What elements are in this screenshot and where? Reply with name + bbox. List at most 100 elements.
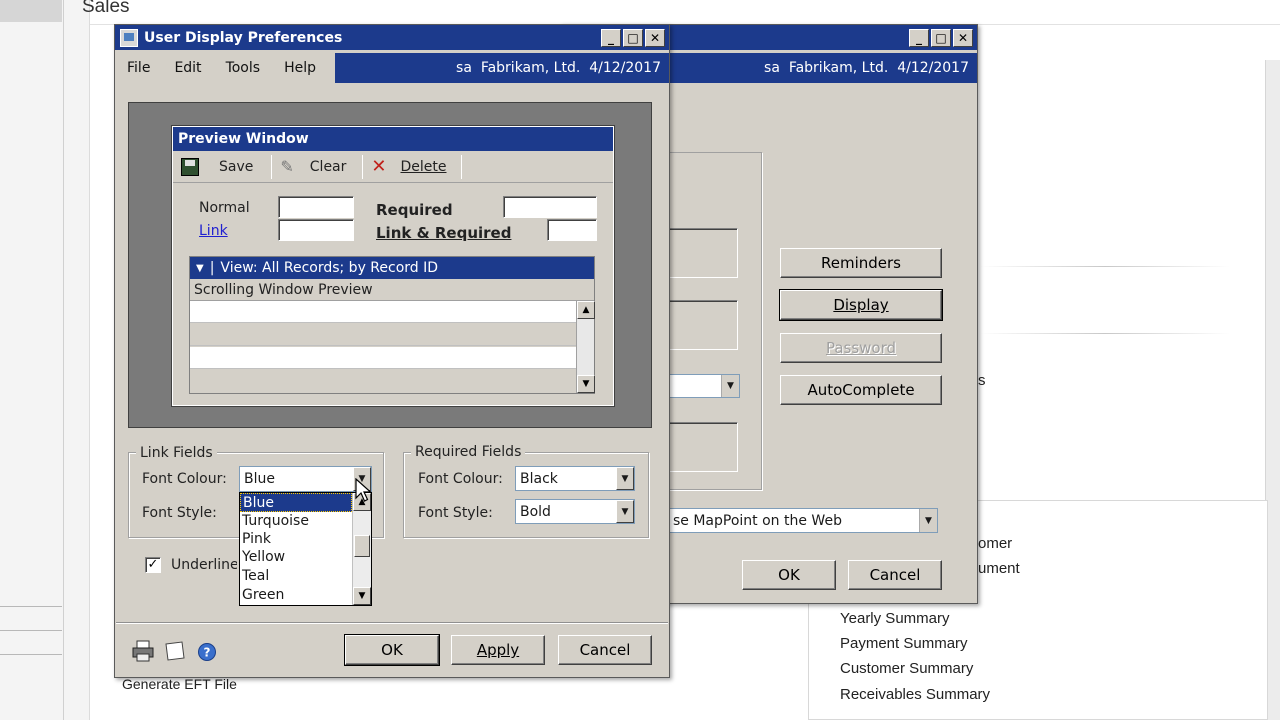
help-icon[interactable]: ? <box>197 642 217 662</box>
scroll-down-icon[interactable]: ▼ <box>353 587 371 605</box>
dropdown-option[interactable]: Green <box>240 586 352 605</box>
back-ok-button[interactable]: OK <box>742 560 836 590</box>
required-fields-group <box>403 452 649 538</box>
menu-help[interactable]: Help <box>272 60 328 76</box>
svg-text:?: ? <box>204 646 211 660</box>
link-font-colour-select[interactable]: Blue ▼ <box>239 466 372 492</box>
report-link[interactable]: Yearly Summary <box>840 610 949 627</box>
dropdown-option[interactable]: Pink <box>240 530 352 548</box>
back-field <box>668 228 738 278</box>
splitter-strip[interactable] <box>64 0 90 720</box>
scroll-row[interactable] <box>190 347 576 369</box>
report-link[interactable]: Customer Summary <box>840 660 973 677</box>
save-icon <box>181 157 199 176</box>
app-icon <box>120 28 138 47</box>
mappoint-combo[interactable]: se MapPoint on the Web ▼ <box>668 508 938 533</box>
dropdown-option[interactable]: Yellow <box>240 548 352 567</box>
preview-titlebar: Preview Window <box>173 127 613 151</box>
link-label[interactable]: Link <box>199 223 228 239</box>
minimize-icon[interactable]: _ <box>909 28 929 47</box>
dialog-titlebar[interactable]: User Display Preferences _ □ ✕ <box>115 25 669 50</box>
divider <box>0 606 62 607</box>
underline-checkbox[interactable]: ✓ <box>145 557 161 573</box>
dropdown-arrow-icon[interactable]: ▼ <box>616 467 634 490</box>
scroll-down-icon[interactable]: ▼ <box>577 375 595 393</box>
close-icon[interactable]: ✕ <box>645 28 665 47</box>
report-link[interactable]: Receivables Summary <box>840 686 990 703</box>
scrolling-window: ▼ | View: All Records; by Record ID Scro… <box>189 256 595 394</box>
report-link[interactable]: omer <box>978 535 1012 552</box>
maximize-icon[interactable]: □ <box>623 28 643 47</box>
delete-button[interactable]: Delete <box>401 159 447 175</box>
required-font-style-label: Font Style: <box>418 505 493 521</box>
required-font-style-select[interactable]: Bold ▼ <box>515 499 635 524</box>
cancel-button[interactable]: Cancel <box>558 635 652 665</box>
menu-bar: File Edit Tools Help <box>115 53 335 83</box>
password-button[interactable]: Password <box>780 333 942 363</box>
view-expand-icon[interactable]: ▼ <box>196 263 204 274</box>
printer-icon[interactable] <box>131 640 155 662</box>
scroll-row[interactable] <box>190 324 576 346</box>
font-colour-dropdown-list: Blue Turquoise Pink Yellow Teal Green ▲ … <box>239 492 372 606</box>
minimize-icon[interactable]: _ <box>601 28 621 47</box>
menu-file[interactable]: File <box>115 60 162 76</box>
dropdown-option[interactable]: Blue <box>240 493 352 512</box>
maximize-icon[interactable]: □ <box>931 28 951 47</box>
generate-eft-link[interactable]: Generate EFT File <box>122 676 237 692</box>
eraser-icon: ✎ <box>280 157 294 176</box>
required-font-colour-label: Font Colour: <box>418 471 503 487</box>
dropdown-arrow-icon[interactable]: ▼ <box>919 509 937 532</box>
view-header[interactable]: ▼ | View: All Records; by Record ID <box>190 257 594 279</box>
clear-button[interactable]: Clear <box>310 159 347 175</box>
required-field[interactable] <box>503 196 597 218</box>
link-font-style-label: Font Style: <box>142 505 217 521</box>
save-button[interactable]: Save <box>219 159 253 175</box>
link-font-colour-label: Font Colour: <box>142 471 227 487</box>
scroll-row[interactable] <box>190 301 576 323</box>
back-combo[interactable]: ▼ <box>668 374 740 398</box>
reminders-button[interactable]: Reminders <box>780 248 942 278</box>
link-required-label[interactable]: Link & Required <box>376 224 511 242</box>
link-field[interactable] <box>278 219 354 241</box>
ok-button[interactable]: OK <box>344 634 440 666</box>
link-required-field[interactable] <box>547 219 597 241</box>
scroll-thumb[interactable] <box>354 535 370 557</box>
required-font-colour-select[interactable]: Black ▼ <box>515 466 635 491</box>
left-nav-pane <box>0 0 64 720</box>
user-company-date: sa Fabrikam, Ltd. 4/12/2017 <box>456 60 661 76</box>
underline-label: Underline L <box>171 557 237 573</box>
autocomplete-button[interactable]: AutoComplete <box>780 375 942 405</box>
report-link[interactable]: ument <box>978 560 1020 577</box>
scroll-up-icon[interactable]: ▲ <box>577 301 595 319</box>
divider <box>116 622 668 624</box>
display-button[interactable]: Display <box>779 289 943 321</box>
dropdown-option[interactable]: Turquoise <box>240 512 352 530</box>
page-title: Sales <box>82 0 130 17</box>
apply-button[interactable]: Apply <box>451 635 545 665</box>
user-company-date: sa Fabrikam, Ltd. 4/12/2017 <box>764 60 969 76</box>
left-nav-header <box>0 0 62 22</box>
divider <box>980 266 1230 267</box>
required-fields-legend: Required Fields <box>411 444 526 460</box>
delete-x-icon: ✕ <box>371 156 387 177</box>
menu-edit[interactable]: Edit <box>162 60 213 76</box>
note-icon[interactable] <box>162 640 188 662</box>
back-field <box>668 422 738 472</box>
divider <box>0 630 62 631</box>
divider <box>980 333 1230 334</box>
dropdown-arrow-icon[interactable]: ▼ <box>616 500 634 523</box>
close-icon[interactable]: ✕ <box>953 28 973 47</box>
scrollbar[interactable]: ▲ ▼ <box>576 301 595 393</box>
mappoint-value: se MapPoint on the Web <box>673 512 842 529</box>
background-text: s <box>978 372 986 389</box>
normal-field[interactable] <box>278 196 354 218</box>
menu-tools[interactable]: Tools <box>214 60 273 76</box>
link-font-colour-value: Blue <box>244 471 275 487</box>
scroll-window-label: Scrolling Window Preview <box>190 279 594 301</box>
dropdown-option[interactable]: Teal <box>240 567 352 586</box>
report-link[interactable]: Payment Summary <box>840 635 968 652</box>
dropdown-arrow-icon[interactable]: ▼ <box>721 375 739 397</box>
normal-label: Normal <box>199 200 250 216</box>
back-cancel-button[interactable]: Cancel <box>848 560 942 590</box>
dropdown-scrollbar[interactable]: ▲ ▼ <box>352 493 371 605</box>
